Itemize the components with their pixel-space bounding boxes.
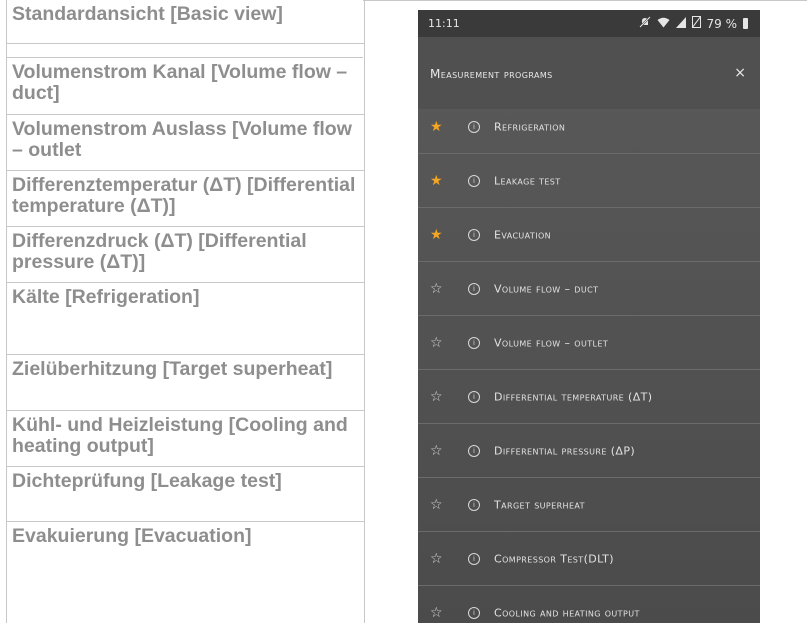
favorite-star-icon[interactable]: ★ <box>430 173 443 189</box>
star-outline-icon[interactable]: ☆ <box>430 551 443 567</box>
program-label: Volume flow – duct <box>494 282 599 295</box>
table-row: Dichteprüfung [Leakage test] <box>7 467 364 522</box>
info-icon[interactable]: i <box>468 120 480 133</box>
table-row: Differenztemperatur (ΔT) [Differential t… <box>7 171 364 227</box>
program-label: Volume flow – outlet <box>494 336 609 349</box>
close-button[interactable]: × <box>734 65 746 81</box>
program-item-differential-temperature[interactable]: ☆ i Differential temperature (ΔT) <box>418 370 760 424</box>
status-bar: 11:11 79 % <box>418 10 760 37</box>
table-row: Kühl- und Heizleistung [Cooling and heat… <box>7 411 364 467</box>
program-item-cooling-heating-output[interactable]: ☆ i Cooling and heating output <box>418 586 760 623</box>
table-row: Differenzdruck (ΔT) [Differential pressu… <box>7 227 364 283</box>
program-item-volume-flow-outlet[interactable]: ☆ i Volume flow – outlet <box>418 316 760 370</box>
program-label: Differential temperature (ΔT) <box>494 390 653 403</box>
table-row: Evakuierung [Evacuation] <box>12 525 252 547</box>
program-label: Differential pressure (ΔP) <box>494 444 636 457</box>
star-outline-icon[interactable]: ☆ <box>430 497 443 513</box>
program-item-volume-flow-duct[interactable]: ☆ i Volume flow – duct <box>418 262 760 316</box>
battery-icon <box>743 18 748 29</box>
favorite-star-icon[interactable]: ★ <box>430 227 443 243</box>
status-icons: 79 % <box>638 15 748 31</box>
program-label: Target superheat <box>494 498 585 511</box>
no-sim-icon <box>691 15 701 31</box>
program-item-differential-pressure[interactable]: ☆ i Differential pressure (ΔP) <box>418 424 760 478</box>
table-row: Kälte [Refrigeration] <box>7 283 364 355</box>
program-label: Cooling and heating output <box>494 606 640 620</box>
program-label: Evacuation <box>494 228 552 241</box>
program-label: Refrigeration <box>494 120 566 133</box>
star-outline-icon[interactable]: ☆ <box>430 389 443 405</box>
info-icon[interactable]: i <box>468 390 480 403</box>
translation-table: Standardansicht [Basic view] Volumenstro… <box>6 0 365 623</box>
star-outline-icon[interactable]: ☆ <box>430 605 443 621</box>
row-divider <box>6 44 363 58</box>
favorite-star-icon[interactable]: ★ <box>430 119 443 135</box>
program-item-leakage-test[interactable]: ★ i Leakage test <box>418 154 760 208</box>
header: Measurement programs × <box>418 37 760 109</box>
mute-icon <box>638 16 651 31</box>
star-outline-icon[interactable]: ☆ <box>430 335 443 351</box>
info-icon[interactable]: i <box>468 444 480 457</box>
info-icon[interactable]: i <box>468 282 480 295</box>
wifi-icon <box>657 17 670 31</box>
info-icon[interactable]: i <box>468 498 480 511</box>
page-title: Measurement programs <box>430 67 553 81</box>
program-label: Leakage test <box>494 174 561 187</box>
phone-screen: 11:11 79 % Measurement programs × ★ i Re <box>418 10 760 623</box>
program-item-evacuation[interactable]: ★ i Evacuation <box>418 208 760 262</box>
program-item-target-superheat[interactable]: ☆ i Target superheat <box>418 478 760 532</box>
table-row: Volumenstrom Auslass [Volume flow – outl… <box>7 115 364 171</box>
info-icon[interactable]: i <box>468 174 480 187</box>
info-icon[interactable]: i <box>468 552 480 565</box>
table-row: Zielüberhitzung [Target superheat] <box>7 355 364 411</box>
table-row: Standardansicht [Basic view] <box>7 0 364 44</box>
program-item-refrigeration[interactable]: ★ i Refrigeration <box>418 100 760 154</box>
star-outline-icon[interactable]: ☆ <box>430 281 443 297</box>
battery-percent: 79 % <box>706 16 738 31</box>
program-label: Compressor Test(DLT) <box>494 552 614 565</box>
status-time: 11:11 <box>428 17 460 30</box>
info-icon[interactable]: i <box>468 228 480 241</box>
program-item-compressor-test[interactable]: ☆ i Compressor Test(DLT) <box>418 532 760 586</box>
info-icon[interactable]: i <box>468 336 480 349</box>
info-icon[interactable]: i <box>468 607 480 619</box>
star-outline-icon[interactable]: ☆ <box>430 443 443 459</box>
signal-icon <box>675 16 686 31</box>
table-row: Volumenstrom Kanal [Volume flow – duct] <box>7 58 364 115</box>
